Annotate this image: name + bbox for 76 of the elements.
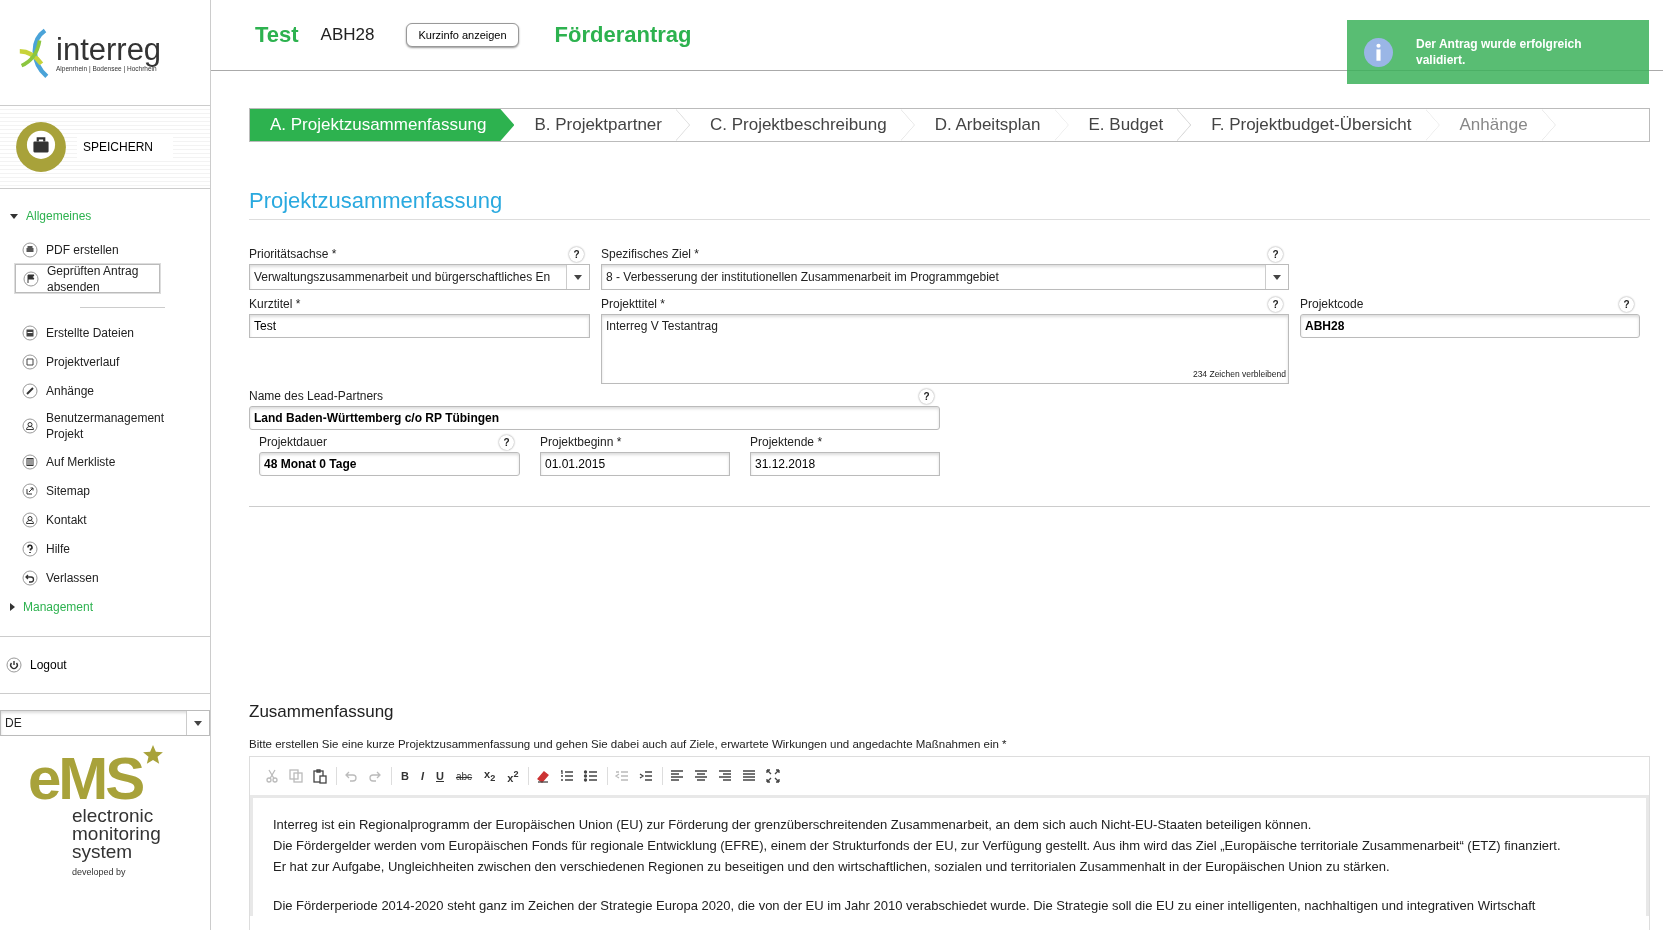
field-label: Projektcode xyxy=(1300,297,1364,311)
end-date-field[interactable]: 31.12.2018 xyxy=(750,452,940,476)
caret-icon xyxy=(574,274,582,280)
help-icon[interactable]: ? xyxy=(1619,296,1634,312)
format-button[interactable]: I xyxy=(417,770,427,782)
star-icon xyxy=(142,744,165,766)
help-icon xyxy=(22,540,38,557)
logo-name: interreg xyxy=(56,33,162,65)
user-icon xyxy=(22,511,38,528)
sidebar-item[interactable]: Geprüften Antrag absenden xyxy=(15,264,160,293)
format-button[interactable]: x$^{2}$ xyxy=(504,768,522,784)
field-label: Projektende * xyxy=(750,435,823,449)
help-icon[interactable]: ? xyxy=(569,246,584,262)
priority-select[interactable]: Verwaltungszusammenarbeit und bürgerschaftliches En xyxy=(249,264,590,290)
duration-field[interactable]: 48 Monat 0 Tage xyxy=(259,452,520,476)
caret-icon xyxy=(1273,274,1281,280)
help-icon[interactable]: ? xyxy=(1268,296,1283,312)
maximize-button[interactable] xyxy=(764,767,783,785)
sidebar-item[interactable]: Verlassen xyxy=(0,563,210,592)
editor-paragraph: Interreg ist ein Regionalprogramm der Europäischen Union (EU) zur Förderung der grenzüberschreitenden Zusammenarbeit, an dem sich auch Nicht-EU-Staaten beteiligen können. Die Fördergelder werden vom Europäischen Fonds für regionale Entwicklung (EFRE), einem der Strukturfonds der EU, zur Verfügung gestellt. Aus ihm wird das Ziel „Europäische territoriale Zusammenarbeit“ (ETZ) finanziert. Er hat zur Aufgabe, Ungleichheiten zwischen den verschiedenen Regionen zu beseitigen und den wirtschaftlichen, sozialen und territorialen Zusammenhalt in der Europäischen Union zu stärken. xyxy=(273,816,1562,876)
credit-text: developed by xyxy=(72,867,127,877)
flag-icon xyxy=(23,270,39,287)
ems-tagline: system xyxy=(72,843,133,861)
format-button[interactable]: U xyxy=(433,770,447,782)
info-icon xyxy=(1363,36,1394,68)
user-icon xyxy=(22,418,38,434)
sidebar-item[interactable]: Hilfe xyxy=(0,534,210,563)
field-label: Projektdauer xyxy=(259,435,328,449)
ems-tagline: monitoring xyxy=(72,825,162,843)
field-label: Name des Lead-Partners xyxy=(249,389,384,403)
format-button[interactable]: B xyxy=(398,770,412,782)
project-code-field[interactable]: ABH28 xyxy=(1300,314,1640,338)
editor-paragraph: Die Förderperiode 2014-2020 steht ganz im Zeichen der Strategie Europa 2020, die von der EU im Jahr 2010 verabschiedet wurde. Die Strategie soll die EU zu einer intelligenten, nachhaltigen und integrativen Wirtschaft xyxy=(273,897,1537,915)
help-icon[interactable]: ? xyxy=(499,434,514,450)
external-link-icon xyxy=(22,482,38,499)
archive-icon xyxy=(22,324,38,341)
sidebar-item[interactable]: Benutzermanagement Projekt xyxy=(0,405,210,447)
field-label: Projekttitel * xyxy=(601,297,666,311)
sidebar-item[interactable]: Auf Merkliste xyxy=(0,447,210,476)
project-code: ABH28 xyxy=(320,25,375,45)
format-button[interactable]: abc xyxy=(452,770,476,782)
paste-button[interactable] xyxy=(312,767,330,785)
rich-text-editor[interactable] xyxy=(249,756,1650,930)
book-icon xyxy=(22,453,38,470)
sidebar-item[interactable]: Anhänge xyxy=(0,376,210,405)
sidebar-item[interactable]: Erstellte Dateien xyxy=(0,318,210,347)
sidebar-item[interactable]: Sitemap xyxy=(0,476,210,505)
page-title: Förderantrag xyxy=(554,22,692,48)
format-button[interactable]: x$_{2}$ xyxy=(481,768,499,784)
help-icon[interactable]: ? xyxy=(1268,246,1283,262)
field-label: Projektbeginn * xyxy=(540,435,622,449)
language-select[interactable]: DE xyxy=(0,710,210,736)
sidebar-item[interactable]: Kontakt xyxy=(0,505,210,534)
info-button[interactable]: Kurzinfo anzeigen xyxy=(406,23,519,47)
short-title-field[interactable]: Test xyxy=(249,314,590,338)
start-date-field[interactable]: 01.01.2015 xyxy=(540,452,730,476)
lead-partner-field[interactable]: Land Baden-Württemberg c/o RP Tübingen xyxy=(249,406,940,430)
field-label: Prioritätsachse * xyxy=(249,247,337,261)
field-label: Kurztitel * xyxy=(249,297,301,311)
ems-tagline: electronic xyxy=(72,807,155,825)
caret-icon xyxy=(194,720,202,726)
toast-message: Der Antrag wurde erfolgreich validiert. xyxy=(1416,36,1583,68)
bag-icon xyxy=(15,121,67,173)
ems-logo-text: eMS xyxy=(28,750,143,807)
section-heading: Projektzusammenfassung xyxy=(249,188,1650,220)
power-icon xyxy=(6,657,22,673)
sidebar-item[interactable]: Projektverlauf xyxy=(0,347,210,376)
help-icon[interactable]: ? xyxy=(919,388,934,404)
instruction-text: Bitte erstellen Sie eine kurze Projektzusammenfassung und gehen Sie dabei auch auf Ziele, erwartete Wirkungen und angedachte Maßnahmen ein * xyxy=(249,738,1008,750)
summary-heading: Zusammenfassung xyxy=(249,702,395,722)
logout-button[interactable]: Logout xyxy=(6,657,67,673)
project-name: Test xyxy=(255,22,299,48)
project-title-field[interactable]: Interreg V Testantrag 234 Zeichen verbleibend xyxy=(601,314,1289,384)
printer-icon xyxy=(22,241,38,258)
field-label: Spezifisches Ziel * xyxy=(601,247,700,261)
goal-select[interactable]: 8 - Verbesserung der institutionellen Zusammenarbeit im Programmgebiet xyxy=(601,264,1289,290)
